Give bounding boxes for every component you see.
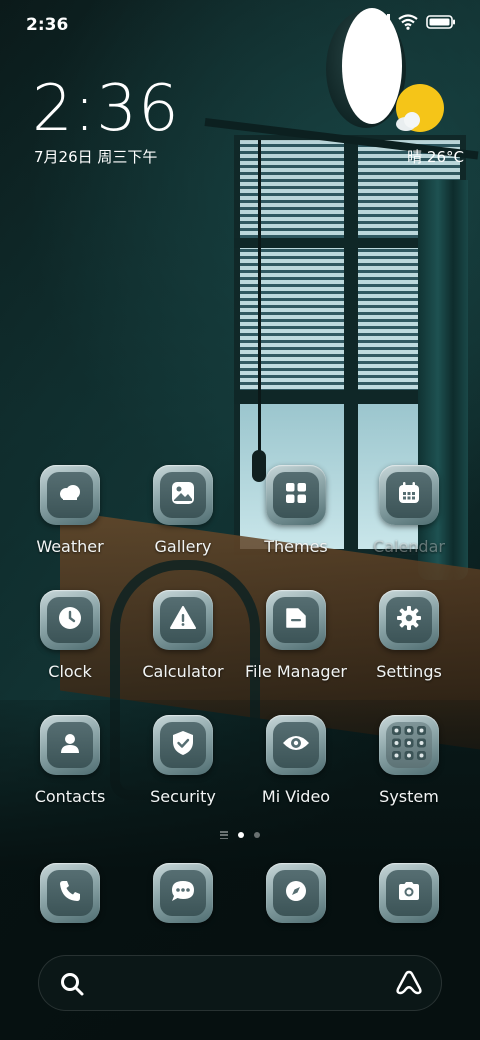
app-calculator[interactable]: Calculator bbox=[127, 590, 239, 681]
sun-icon bbox=[392, 84, 444, 136]
app-icon-contacts bbox=[40, 715, 100, 775]
search-bar[interactable] bbox=[38, 955, 442, 1011]
app-label-clock: Clock bbox=[48, 662, 92, 681]
app-label-themes: Themes bbox=[264, 537, 328, 556]
app-label-calendar: Calendar bbox=[373, 537, 445, 556]
app-label-settings: Settings bbox=[376, 662, 442, 681]
app-security[interactable]: Security bbox=[127, 715, 239, 806]
page-indicator[interactable] bbox=[0, 828, 480, 842]
app-label-security: Security bbox=[150, 787, 216, 806]
page-dot-2[interactable] bbox=[254, 832, 260, 838]
app-gallery[interactable]: Gallery bbox=[127, 465, 239, 556]
home-screen: 2:36 2:36 7月26日 周三下午 晴 26°C Weather Gall… bbox=[0, 0, 480, 1040]
wifi-icon bbox=[398, 14, 418, 30]
app-label-calculator: Calculator bbox=[142, 662, 224, 681]
app-icon-clock bbox=[40, 590, 100, 650]
folder-grid-icon bbox=[390, 724, 428, 766]
gear-icon bbox=[396, 605, 422, 635]
camera-icon bbox=[397, 880, 421, 906]
app-contacts[interactable]: Contacts bbox=[14, 715, 126, 806]
status-bar: 2:36 bbox=[0, 0, 480, 50]
dock-icon-browser bbox=[266, 863, 326, 923]
app-label-mi-video: Mi Video bbox=[261, 787, 331, 806]
clock-widget-time[interactable]: 2:36 bbox=[32, 72, 180, 146]
phone-icon bbox=[58, 879, 82, 907]
app-label-system-folder: System bbox=[379, 787, 439, 806]
app-icon-mi-video bbox=[266, 715, 326, 775]
dock-messages[interactable] bbox=[153, 863, 213, 923]
app-icon-system-folder bbox=[379, 715, 439, 775]
calendar-icon bbox=[397, 481, 421, 509]
clock-icon bbox=[57, 605, 83, 635]
app-icon-weather bbox=[40, 465, 100, 525]
app-icon-security bbox=[153, 715, 213, 775]
clock-widget-date: 7月26日 周三下午 bbox=[34, 148, 158, 166]
app-label-contacts: Contacts bbox=[34, 787, 106, 806]
app-label-weather: Weather bbox=[36, 537, 104, 556]
warning-icon bbox=[170, 606, 196, 634]
app-clock[interactable]: Clock bbox=[14, 590, 126, 681]
weather-text: 晴 26°C bbox=[407, 148, 464, 166]
image-icon bbox=[171, 481, 195, 509]
grid-icon bbox=[284, 481, 308, 509]
dock-icon-messages bbox=[153, 863, 213, 923]
app-label-file-manager: File Manager bbox=[245, 662, 347, 681]
eye-icon bbox=[282, 733, 310, 757]
app-system-folder[interactable]: System bbox=[353, 715, 465, 806]
shield-icon bbox=[171, 730, 195, 760]
compass-icon bbox=[284, 879, 308, 907]
message-icon bbox=[170, 879, 196, 907]
assistant-icon[interactable] bbox=[395, 969, 423, 1001]
dock-icon-camera bbox=[379, 863, 439, 923]
app-icon-settings bbox=[379, 590, 439, 650]
dock-phone[interactable] bbox=[40, 863, 100, 923]
app-label-gallery: Gallery bbox=[154, 537, 212, 556]
cloud-icon bbox=[57, 484, 83, 506]
app-icon-calendar bbox=[379, 465, 439, 525]
app-settings[interactable]: Settings bbox=[353, 590, 465, 681]
dock-icon-phone bbox=[40, 863, 100, 923]
app-drawer-lines-icon bbox=[220, 831, 228, 839]
app-icon-themes bbox=[266, 465, 326, 525]
dock-browser[interactable] bbox=[266, 863, 326, 923]
app-weather[interactable]: Weather bbox=[14, 465, 126, 556]
app-calendar[interactable]: Calendar bbox=[353, 465, 465, 556]
folder-icon bbox=[284, 606, 308, 634]
app-icon-gallery bbox=[153, 465, 213, 525]
battery-icon bbox=[426, 14, 456, 30]
app-mi-video[interactable]: Mi Video bbox=[240, 715, 352, 806]
app-themes[interactable]: Themes bbox=[240, 465, 352, 556]
dock-camera[interactable] bbox=[379, 863, 439, 923]
app-file-manager[interactable]: File Manager bbox=[240, 590, 352, 681]
status-time: 2:36 bbox=[26, 15, 69, 35]
app-icon-calculator bbox=[153, 590, 213, 650]
page-dot-1[interactable] bbox=[238, 832, 244, 838]
search-icon[interactable] bbox=[59, 971, 85, 1001]
person-icon bbox=[58, 731, 82, 759]
app-icon-file-manager bbox=[266, 590, 326, 650]
